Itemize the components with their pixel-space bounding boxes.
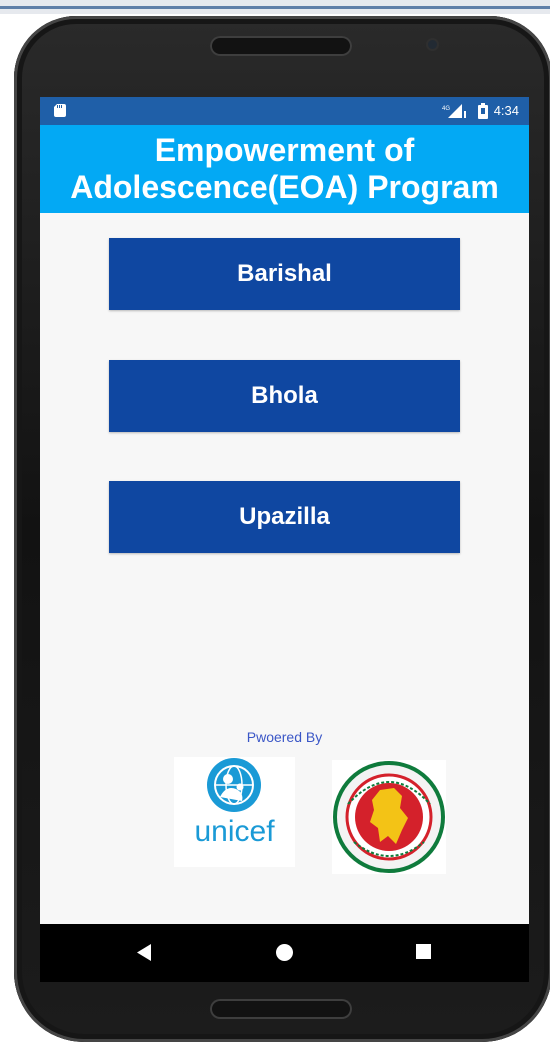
- app-header: Empowerment of Adolescence(EOA) Program: [40, 125, 529, 213]
- status-time: 4:34: [493, 103, 519, 118]
- powered-by-label: Pwoered By: [246, 729, 323, 745]
- top-speaker: [210, 36, 352, 56]
- barishal-button[interactable]: Barishal: [109, 238, 460, 310]
- home-circle-icon[interactable]: [276, 944, 293, 961]
- sd-card-icon: [54, 104, 66, 117]
- front-camera: [428, 40, 437, 49]
- android-navigation-bar: [40, 924, 529, 982]
- window-top-strip: [0, 0, 550, 14]
- app-screen: 4G 4:34 Empowerment of Adolescence(EOA) …: [40, 97, 529, 982]
- status-bar: 4G 4:34: [40, 97, 529, 125]
- network-type: 4G: [442, 106, 450, 112]
- window-top-rule: [0, 6, 550, 9]
- bangladesh-govt-seal-icon: [333, 761, 445, 873]
- signal-icon: 4G: [442, 104, 466, 118]
- status-indicators: 4G 4:34: [442, 102, 519, 120]
- government-seal-logo: [332, 760, 446, 874]
- battery-icon: [477, 103, 488, 119]
- unicef-emblem-icon: [207, 758, 261, 812]
- unicef-logo-text: unicef: [194, 815, 275, 848]
- back-triangle-icon[interactable]: [137, 944, 151, 961]
- bottom-speaker: [210, 999, 352, 1019]
- upazilla-button[interactable]: Upazilla: [109, 481, 460, 553]
- recents-square-icon[interactable]: [416, 944, 431, 959]
- unicef-logo: unicef: [174, 757, 295, 867]
- app-title: Empowerment of Adolescence(EOA) Program: [70, 132, 499, 205]
- bhola-button[interactable]: Bhola: [109, 360, 460, 432]
